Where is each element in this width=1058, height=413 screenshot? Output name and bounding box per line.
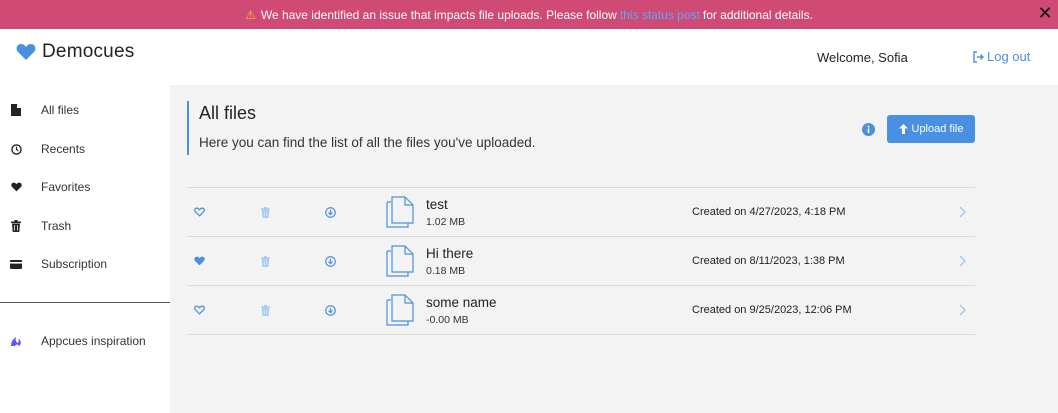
upload-file-button[interactable]: Upload file — [887, 115, 975, 143]
arrow-up-icon — [898, 124, 908, 134]
sidebar-divider — [0, 302, 170, 303]
trash-icon[interactable] — [259, 304, 271, 316]
favorite-outline-icon[interactable] — [193, 206, 205, 218]
sidebar-item-label: Subscription — [41, 257, 108, 271]
sidebar-item-recents[interactable]: Recents — [0, 132, 170, 166]
document-icon — [386, 245, 414, 277]
sidebar-item-label: Favorites — [41, 180, 91, 194]
file-name[interactable]: some name — [426, 295, 497, 310]
file-size: 0.18 MB — [426, 265, 466, 277]
chevron-right-icon[interactable] — [957, 205, 967, 219]
status-post-link[interactable]: this status post — [620, 8, 700, 22]
file-created-date: Created on 4/27/2023, 4:18 PM — [692, 206, 846, 218]
sidebar-item-label: Recents — [41, 142, 86, 156]
page-header: All files Here you can find the list of … — [187, 101, 536, 155]
file-name[interactable]: test — [426, 197, 448, 212]
clock-icon — [10, 143, 22, 155]
sidebar-item-label: Trash — [41, 219, 72, 233]
favorite-filled-icon[interactable] — [193, 255, 205, 267]
trash-icon — [10, 220, 22, 232]
file-size: 1.02 MB — [426, 216, 466, 228]
trash-icon[interactable] — [259, 206, 271, 218]
sidebar-item-label: Appcues inspiration — [41, 334, 146, 348]
brand-name: Democues — [42, 41, 135, 62]
chevron-right-icon[interactable] — [957, 254, 967, 268]
file-created-date: Created on 9/25/2023, 12:06 PM — [692, 304, 852, 316]
app-header: Democues Welcome, Sofia Log out — [0, 29, 1058, 85]
brand-logo[interactable]: Democues — [16, 41, 134, 63]
banner-text: We have identified an issue that impacts… — [260, 7, 617, 22]
page-subtitle: Here you can find the list of all the fi… — [199, 135, 536, 150]
page-title: All files — [199, 103, 257, 123]
file-row[interactable]: Hi there 0.18 MB Created on 8/11/2023, 1… — [187, 237, 975, 286]
file-row[interactable]: test 1.02 MB Created on 4/27/2023, 4:18 … — [187, 188, 975, 237]
file-size: -0.00 MB — [426, 314, 469, 326]
welcome-text: Welcome, Sofia — [817, 50, 908, 65]
warning-icon: ⚠ — [245, 7, 256, 22]
sidebar-item-trash[interactable]: Trash — [0, 209, 170, 243]
info-icon[interactable] — [862, 123, 875, 136]
sidebar-item-subscription[interactable]: Subscription — [0, 247, 170, 281]
banner-text-end: for additional details. — [702, 7, 813, 22]
document-icon — [386, 294, 414, 326]
download-icon[interactable] — [324, 206, 336, 218]
sidebar-item-favorites[interactable]: Favorites — [0, 170, 170, 204]
upload-file-label: Upload file — [911, 123, 964, 135]
heart-icon — [10, 181, 22, 193]
sidebar-item-all-files[interactable]: All files — [0, 93, 170, 127]
download-icon[interactable] — [324, 304, 336, 316]
sidebar-item-label: All files — [41, 103, 80, 117]
appcues-icon — [10, 335, 22, 347]
file-name[interactable]: Hi there — [426, 246, 473, 261]
logout-link[interactable]: Log out — [973, 49, 1030, 64]
logout-icon — [973, 50, 984, 63]
credit-card-icon — [10, 258, 22, 270]
close-icon[interactable]: ✕ — [1036, 3, 1054, 23]
sidebar: All files Recents Favorites Trash Subscr… — [0, 85, 170, 413]
sidebar-item-appcues-inspiration[interactable]: Appcues inspiration — [0, 324, 170, 358]
heart-logo-icon — [16, 44, 36, 60]
file-list: test 1.02 MB Created on 4/27/2023, 4:18 … — [187, 187, 975, 335]
trash-icon[interactable] — [259, 255, 271, 267]
logout-label: Log out — [987, 49, 1031, 64]
alert-banner: ⚠ We have identified an issue that impac… — [0, 0, 1058, 29]
file-row[interactable]: some name -0.00 MB Created on 9/25/2023,… — [187, 286, 975, 335]
favorite-outline-icon[interactable] — [193, 304, 205, 316]
download-icon[interactable] — [324, 255, 336, 267]
document-icon — [386, 196, 414, 228]
file-icon — [10, 104, 22, 116]
chevron-right-icon[interactable] — [957, 303, 967, 317]
main-content: All files Here you can find the list of … — [170, 85, 1058, 413]
file-created-date: Created on 8/11/2023, 1:38 PM — [692, 255, 845, 267]
